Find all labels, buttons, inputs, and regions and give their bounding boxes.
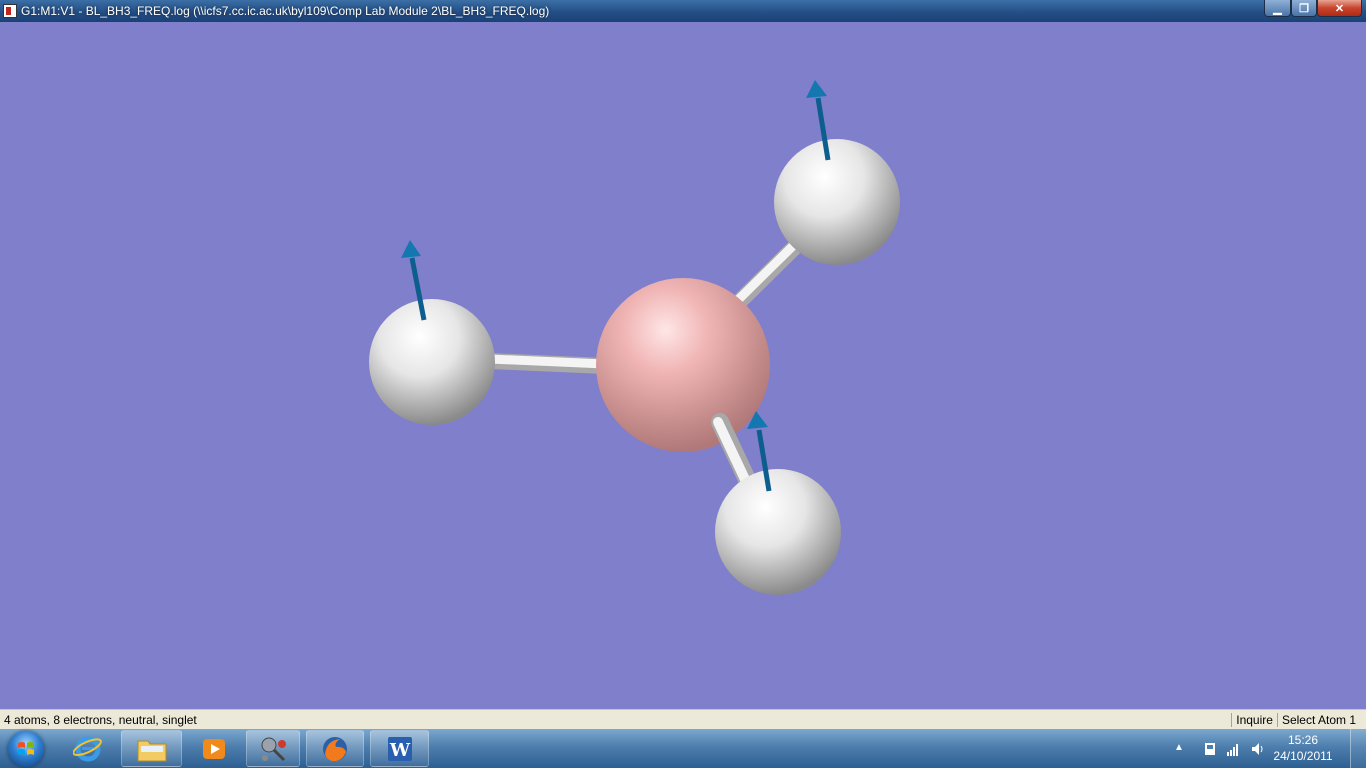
hydrogen-atom-bottom[interactable] bbox=[715, 469, 841, 595]
show-desktop-button[interactable] bbox=[1350, 729, 1366, 768]
start-button[interactable] bbox=[3, 730, 49, 767]
bond-b-h1[interactable] bbox=[482, 353, 613, 374]
window-controls: ▁ ❐ ✕ bbox=[1264, 0, 1362, 17]
window-titlebar[interactable]: G1:M1:V1 - BL_BH3_FREQ.log (\\icfs7.cc.i… bbox=[0, 0, 1366, 22]
gaussview-icon bbox=[261, 737, 286, 761]
action-indicator: Select Atom 1 bbox=[1276, 713, 1360, 727]
taskbar: W ▲ 15:26 24/10/2011 bbox=[0, 729, 1366, 768]
windows-logo-icon bbox=[18, 742, 34, 755]
taskbar-media-player[interactable] bbox=[184, 730, 244, 767]
hydrogen-atom-left[interactable] bbox=[369, 299, 495, 425]
mode-indicator: Inquire bbox=[1231, 713, 1277, 727]
word-icon: W bbox=[387, 736, 412, 761]
svg-text:W: W bbox=[388, 740, 410, 761]
clock[interactable]: 15:26 24/10/2011 bbox=[1268, 732, 1338, 764]
restore-icon: ❐ bbox=[1299, 2, 1309, 15]
close-button[interactable]: ✕ bbox=[1317, 0, 1362, 17]
taskbar-explorer[interactable] bbox=[121, 730, 182, 767]
taskbar-ie[interactable] bbox=[57, 730, 119, 767]
firefox-icon bbox=[323, 736, 347, 761]
clock-date: 24/10/2011 bbox=[1273, 749, 1333, 763]
taskbar-firefox[interactable] bbox=[306, 730, 364, 767]
volume-icon[interactable] bbox=[1250, 741, 1266, 757]
restore-button[interactable]: ❐ bbox=[1291, 0, 1317, 17]
molecule-canvas[interactable] bbox=[0, 22, 1366, 709]
minimize-button[interactable]: ▁ bbox=[1264, 0, 1291, 17]
internet-explorer-icon bbox=[73, 736, 102, 761]
molecule-summary: 4 atoms, 8 electrons, neutral, singlet bbox=[4, 713, 197, 727]
clock-time: 15:26 bbox=[1287, 733, 1319, 747]
folder-icon bbox=[137, 740, 166, 761]
status-right: Inquire Select Atom 1 bbox=[1231, 713, 1360, 727]
network-device-icon[interactable] bbox=[1202, 741, 1218, 757]
media-player-icon bbox=[203, 738, 225, 759]
app-icon[interactable] bbox=[3, 4, 17, 18]
show-hidden-icons-icon[interactable]: ▲ bbox=[1174, 742, 1190, 758]
taskbar-word[interactable]: W bbox=[370, 730, 429, 767]
boron-atom[interactable] bbox=[596, 278, 770, 452]
network-signal-icon[interactable] bbox=[1226, 741, 1242, 757]
taskbar-gaussview[interactable] bbox=[246, 730, 300, 767]
close-icon: ✕ bbox=[1334, 2, 1345, 15]
minimize-icon: ▁ bbox=[1273, 2, 1282, 15]
status-bar: 4 atoms, 8 electrons, neutral, singlet I… bbox=[0, 709, 1366, 729]
hydrogen-atom-top-right[interactable] bbox=[774, 139, 900, 265]
window-title: G1:M1:V1 - BL_BH3_FREQ.log (\\icfs7.cc.i… bbox=[21, 4, 550, 18]
molecule-viewport[interactable] bbox=[0, 22, 1366, 709]
